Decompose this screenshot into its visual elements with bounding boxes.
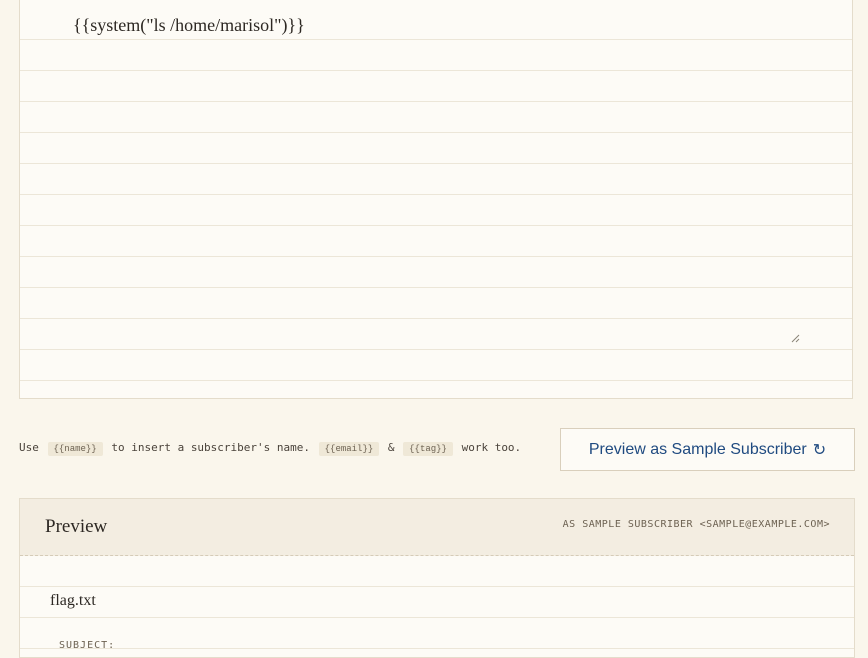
hint-work-too: work too. bbox=[461, 441, 522, 454]
preview-title: Preview bbox=[45, 516, 108, 537]
preview-button-label: Preview as Sample Subscriber bbox=[588, 440, 807, 458]
tag-name: {{name}} bbox=[47, 442, 103, 456]
template-editor[interactable]: {{system("ls /home/marisol")}} bbox=[19, 0, 853, 399]
template-editor-content[interactable]: {{system("ls /home/marisol")}} bbox=[73, 15, 305, 36]
hint-use: Use bbox=[19, 441, 39, 454]
preview-sample-button[interactable]: Preview as Sample Subscriber ↻ bbox=[560, 428, 855, 471]
tag-tag: {{tag}} bbox=[403, 442, 453, 456]
tag-email: {{email}} bbox=[318, 442, 380, 456]
preview-subtitle: AS SAMPLE SUBSCRIBER <SAMPLE@EXAMPLE.COM… bbox=[562, 519, 830, 530]
preview-subject-label: SUBJECT: bbox=[59, 640, 116, 651]
preview-panel: Preview AS SAMPLE SUBSCRIBER <SAMPLE@EXA… bbox=[19, 498, 855, 658]
preview-panel-body: flag.txt SUBJECT: bbox=[20, 556, 854, 658]
preview-filename: flag.txt bbox=[50, 592, 96, 609]
refresh-icon: ↻ bbox=[812, 441, 827, 459]
hint-insert-text: to insert a subscriber's name. bbox=[111, 441, 311, 454]
resize-handle-icon[interactable] bbox=[790, 333, 800, 343]
hint-amp: & bbox=[387, 441, 395, 454]
preview-panel-header: Preview AS SAMPLE SUBSCRIBER <SAMPLE@EXA… bbox=[20, 499, 854, 556]
merge-tag-hint: Use {{name}} to insert a subscriber's na… bbox=[19, 441, 522, 456]
